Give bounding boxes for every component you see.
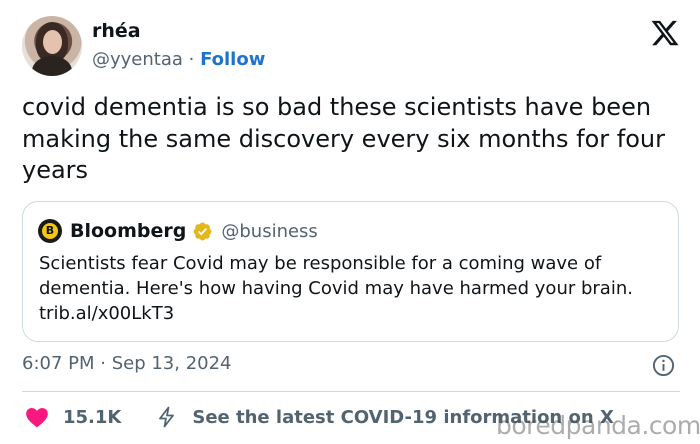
bloomberg-avatar[interactable]: B <box>38 219 62 243</box>
lightning-icon <box>159 406 175 428</box>
info-icon[interactable] <box>652 354 675 377</box>
tweet-timestamp[interactable]: 6:07 PM · Sep 13, 2024 <box>22 353 232 374</box>
author-name[interactable]: rhéa <box>92 20 141 42</box>
gold-verified-badge-icon <box>193 222 212 240</box>
quoted-tweet-header: B Bloomberg @business <box>38 218 318 244</box>
avatar-face <box>43 30 62 54</box>
author-handle-line: @yyentaa · Follow <box>92 49 265 70</box>
quoted-tweet[interactable]: B Bloomberg @business Scientists fear Co… <box>22 201 679 342</box>
watermark: boredpanda.com <box>496 411 700 440</box>
like-count[interactable]: 15.1K <box>63 407 121 428</box>
quoted-tweet-text: Scientists fear Covid may be responsible… <box>39 253 633 324</box>
quoted-author-handle[interactable]: @business <box>221 221 317 242</box>
avatar-body <box>32 56 72 76</box>
quoted-author-name[interactable]: Bloomberg <box>70 220 186 242</box>
x-logo-icon[interactable] <box>650 18 680 48</box>
avatar[interactable] <box>22 16 82 76</box>
author-handle[interactable]: @yyentaa <box>92 49 183 70</box>
heart-icon[interactable] <box>24 404 50 430</box>
tweet-header: rhéa @yyentaa · Follow <box>22 16 682 78</box>
bloomberg-logo-letter: B <box>42 223 58 239</box>
divider <box>22 391 680 392</box>
follow-button[interactable]: Follow <box>200 49 265 70</box>
handle-separator: · <box>182 49 201 70</box>
tweet-text: covid dementia is so bad these scientist… <box>22 93 665 184</box>
